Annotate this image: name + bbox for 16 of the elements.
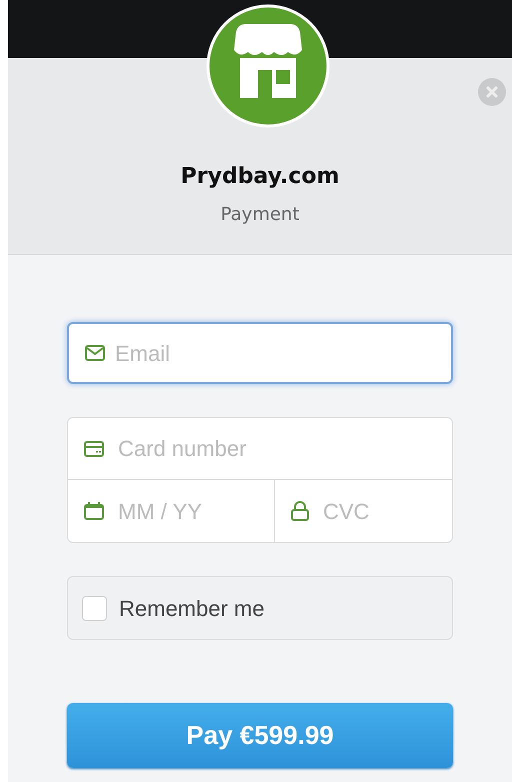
- email-field[interactable]: Email: [67, 322, 453, 384]
- store-logo-icon: [206, 4, 330, 128]
- cvc-input[interactable]: CVC: [323, 494, 463, 528]
- pay-button[interactable]: Pay €599.99: [67, 703, 453, 768]
- lock-icon: [291, 501, 309, 521]
- card-number-input[interactable]: Card number: [118, 432, 436, 465]
- header-subtitle: Payment: [220, 203, 300, 227]
- email-input[interactable]: Email: [115, 336, 435, 370]
- merchant-name: Prydbay.com: [180, 163, 340, 191]
- calendar-icon: [84, 502, 104, 520]
- expiry-input[interactable]: MM / YY: [118, 494, 258, 528]
- close-icon: [486, 86, 498, 98]
- remember-checkbox[interactable]: [82, 596, 107, 620]
- envelope-icon: [85, 345, 105, 361]
- remember-me-label: Remember me: [119, 594, 264, 622]
- credit-card-icon: [84, 440, 104, 456]
